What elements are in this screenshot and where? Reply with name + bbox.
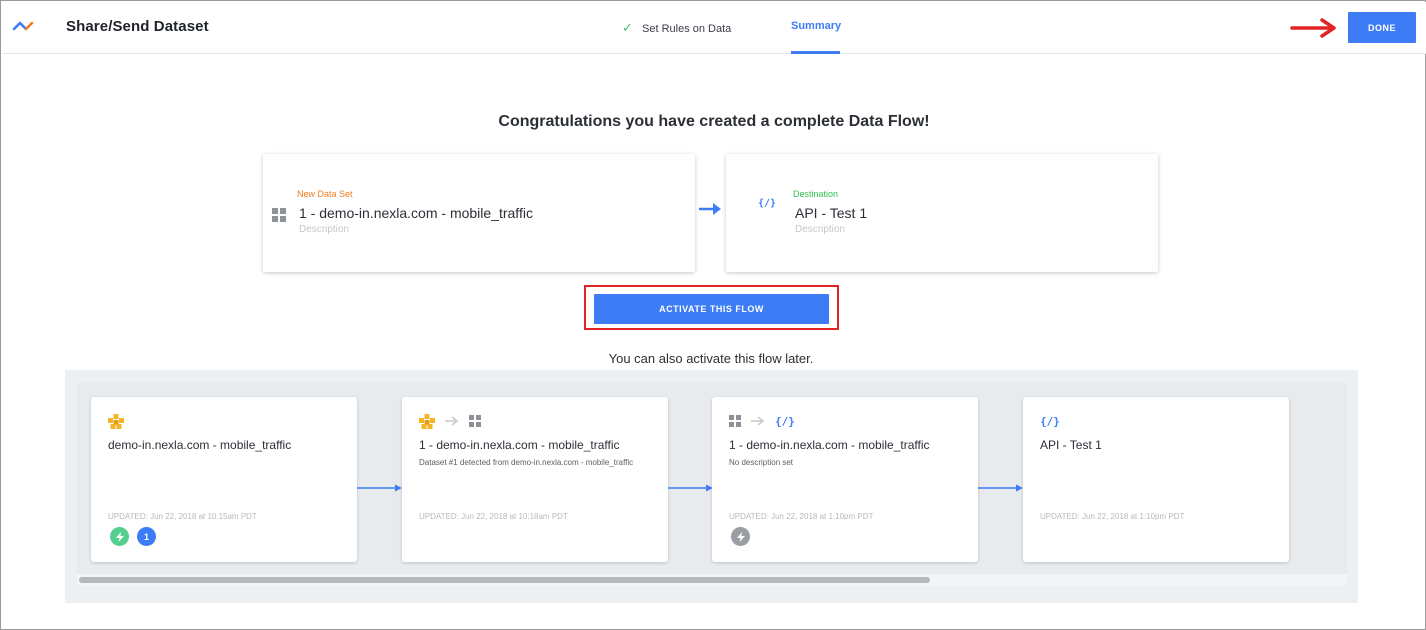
active-bolt-icon[interactable]	[110, 527, 129, 546]
api-code-icon: {/}	[758, 198, 777, 209]
dataset-description[interactable]: Description	[299, 224, 349, 235]
connector-arrow-icon	[668, 484, 713, 492]
active-step-indicator	[791, 51, 840, 54]
done-button[interactable]: DONE	[1348, 12, 1416, 43]
dataset-grid-icon	[729, 415, 741, 427]
pipeline-canvas: demo-in.nexla.com - mobile_traffic UPDAT…	[77, 382, 1347, 586]
step-label: Set Rules on Data	[642, 23, 732, 35]
page-title: Share/Send Dataset	[66, 18, 209, 35]
card-title: 1 - demo-in.nexla.com - mobile_traffic	[419, 438, 620, 452]
dataset-count-badge[interactable]: 1	[137, 527, 156, 546]
pipeline-card-transform[interactable]: {/} 1 - demo-in.nexla.com - mobile_traff…	[712, 397, 978, 562]
arrow-right-icon	[751, 416, 765, 426]
card-updated: UPDATED: Jun 22, 2018 at 10:15am PDT	[108, 512, 257, 521]
window-frame: Share/Send Dataset ✓ Set Rules on Data Su…	[0, 0, 1426, 630]
step-summary[interactable]: Summary	[791, 20, 841, 32]
new-dataset-label: New Data Set	[297, 189, 353, 199]
card-title: demo-in.nexla.com - mobile_traffic	[108, 438, 292, 452]
annotation-arrow-icon	[1290, 18, 1336, 38]
destination-name: API - Test 1	[795, 205, 868, 221]
dataset-grid-icon	[272, 208, 286, 222]
nexla-logo-icon[interactable]	[12, 17, 42, 37]
activate-later-note: You can also activate this flow later.	[608, 351, 814, 366]
horizontal-scrollbar[interactable]	[77, 574, 1347, 586]
flow-pipeline: demo-in.nexla.com - mobile_traffic UPDAT…	[65, 370, 1358, 603]
api-code-icon: {/}	[1040, 414, 1060, 428]
new-dataset-card[interactable]: New Data Set 1 - demo-in.nexla.com - mob…	[263, 154, 695, 272]
dataset-grid-icon	[469, 415, 481, 427]
top-bar: Share/Send Dataset ✓ Set Rules on Data Su…	[2, 2, 1426, 54]
card-title: 1 - demo-in.nexla.com - mobile_traffic	[729, 438, 930, 452]
pipeline-card-source[interactable]: demo-in.nexla.com - mobile_traffic UPDAT…	[91, 397, 357, 562]
card-icons	[108, 413, 124, 429]
card-icons	[419, 413, 481, 429]
connector-arrow-icon	[357, 484, 402, 492]
card-updated: UPDATED: Jun 22, 2018 at 10:18am PDT	[419, 512, 568, 521]
connector-arrow-icon	[978, 484, 1023, 492]
api-code-icon: {/}	[775, 414, 795, 428]
card-description: No description set	[729, 458, 794, 467]
aws-source-icon	[419, 413, 435, 429]
card-updated: UPDATED: Jun 22, 2018 at 1:10pm PDT	[1040, 512, 1185, 521]
card-updated: UPDATED: Jun 22, 2018 at 1:10pm PDT	[729, 512, 874, 521]
arrow-right-icon	[445, 416, 459, 426]
destination-label: Destination	[793, 189, 839, 199]
card-title: API - Test 1	[1040, 438, 1102, 452]
step-set-rules[interactable]: ✓ Set Rules on Data	[622, 20, 731, 36]
congrats-heading: Congratulations you have created a compl…	[498, 113, 930, 130]
card-description: Dataset #1 detected from demo-in.nexla.c…	[419, 458, 634, 467]
card-badges: 1	[110, 527, 156, 546]
pipeline-card-destination[interactable]: {/} API - Test 1 UPDATED: Jun 22, 2018 a…	[1023, 397, 1289, 562]
inactive-bolt-icon[interactable]	[731, 527, 750, 546]
card-badges	[731, 527, 750, 546]
dataset-name: 1 - demo-in.nexla.com - mobile_traffic	[299, 205, 533, 221]
card-icons: {/}	[729, 413, 795, 429]
flow-arrow-icon	[699, 203, 721, 215]
card-icons: {/}	[1040, 413, 1060, 429]
scrollbar-thumb[interactable]	[79, 577, 930, 583]
activate-flow-button[interactable]: ACTIVATE THIS FLOW	[594, 294, 829, 324]
destination-card[interactable]: {/} Destination API - Test 1 Description	[726, 154, 1158, 272]
destination-description[interactable]: Description	[795, 224, 845, 235]
checkmark-icon: ✓	[622, 20, 633, 35]
aws-source-icon	[108, 413, 124, 429]
pipeline-card-dataset[interactable]: 1 - demo-in.nexla.com - mobile_traffic D…	[402, 397, 668, 562]
